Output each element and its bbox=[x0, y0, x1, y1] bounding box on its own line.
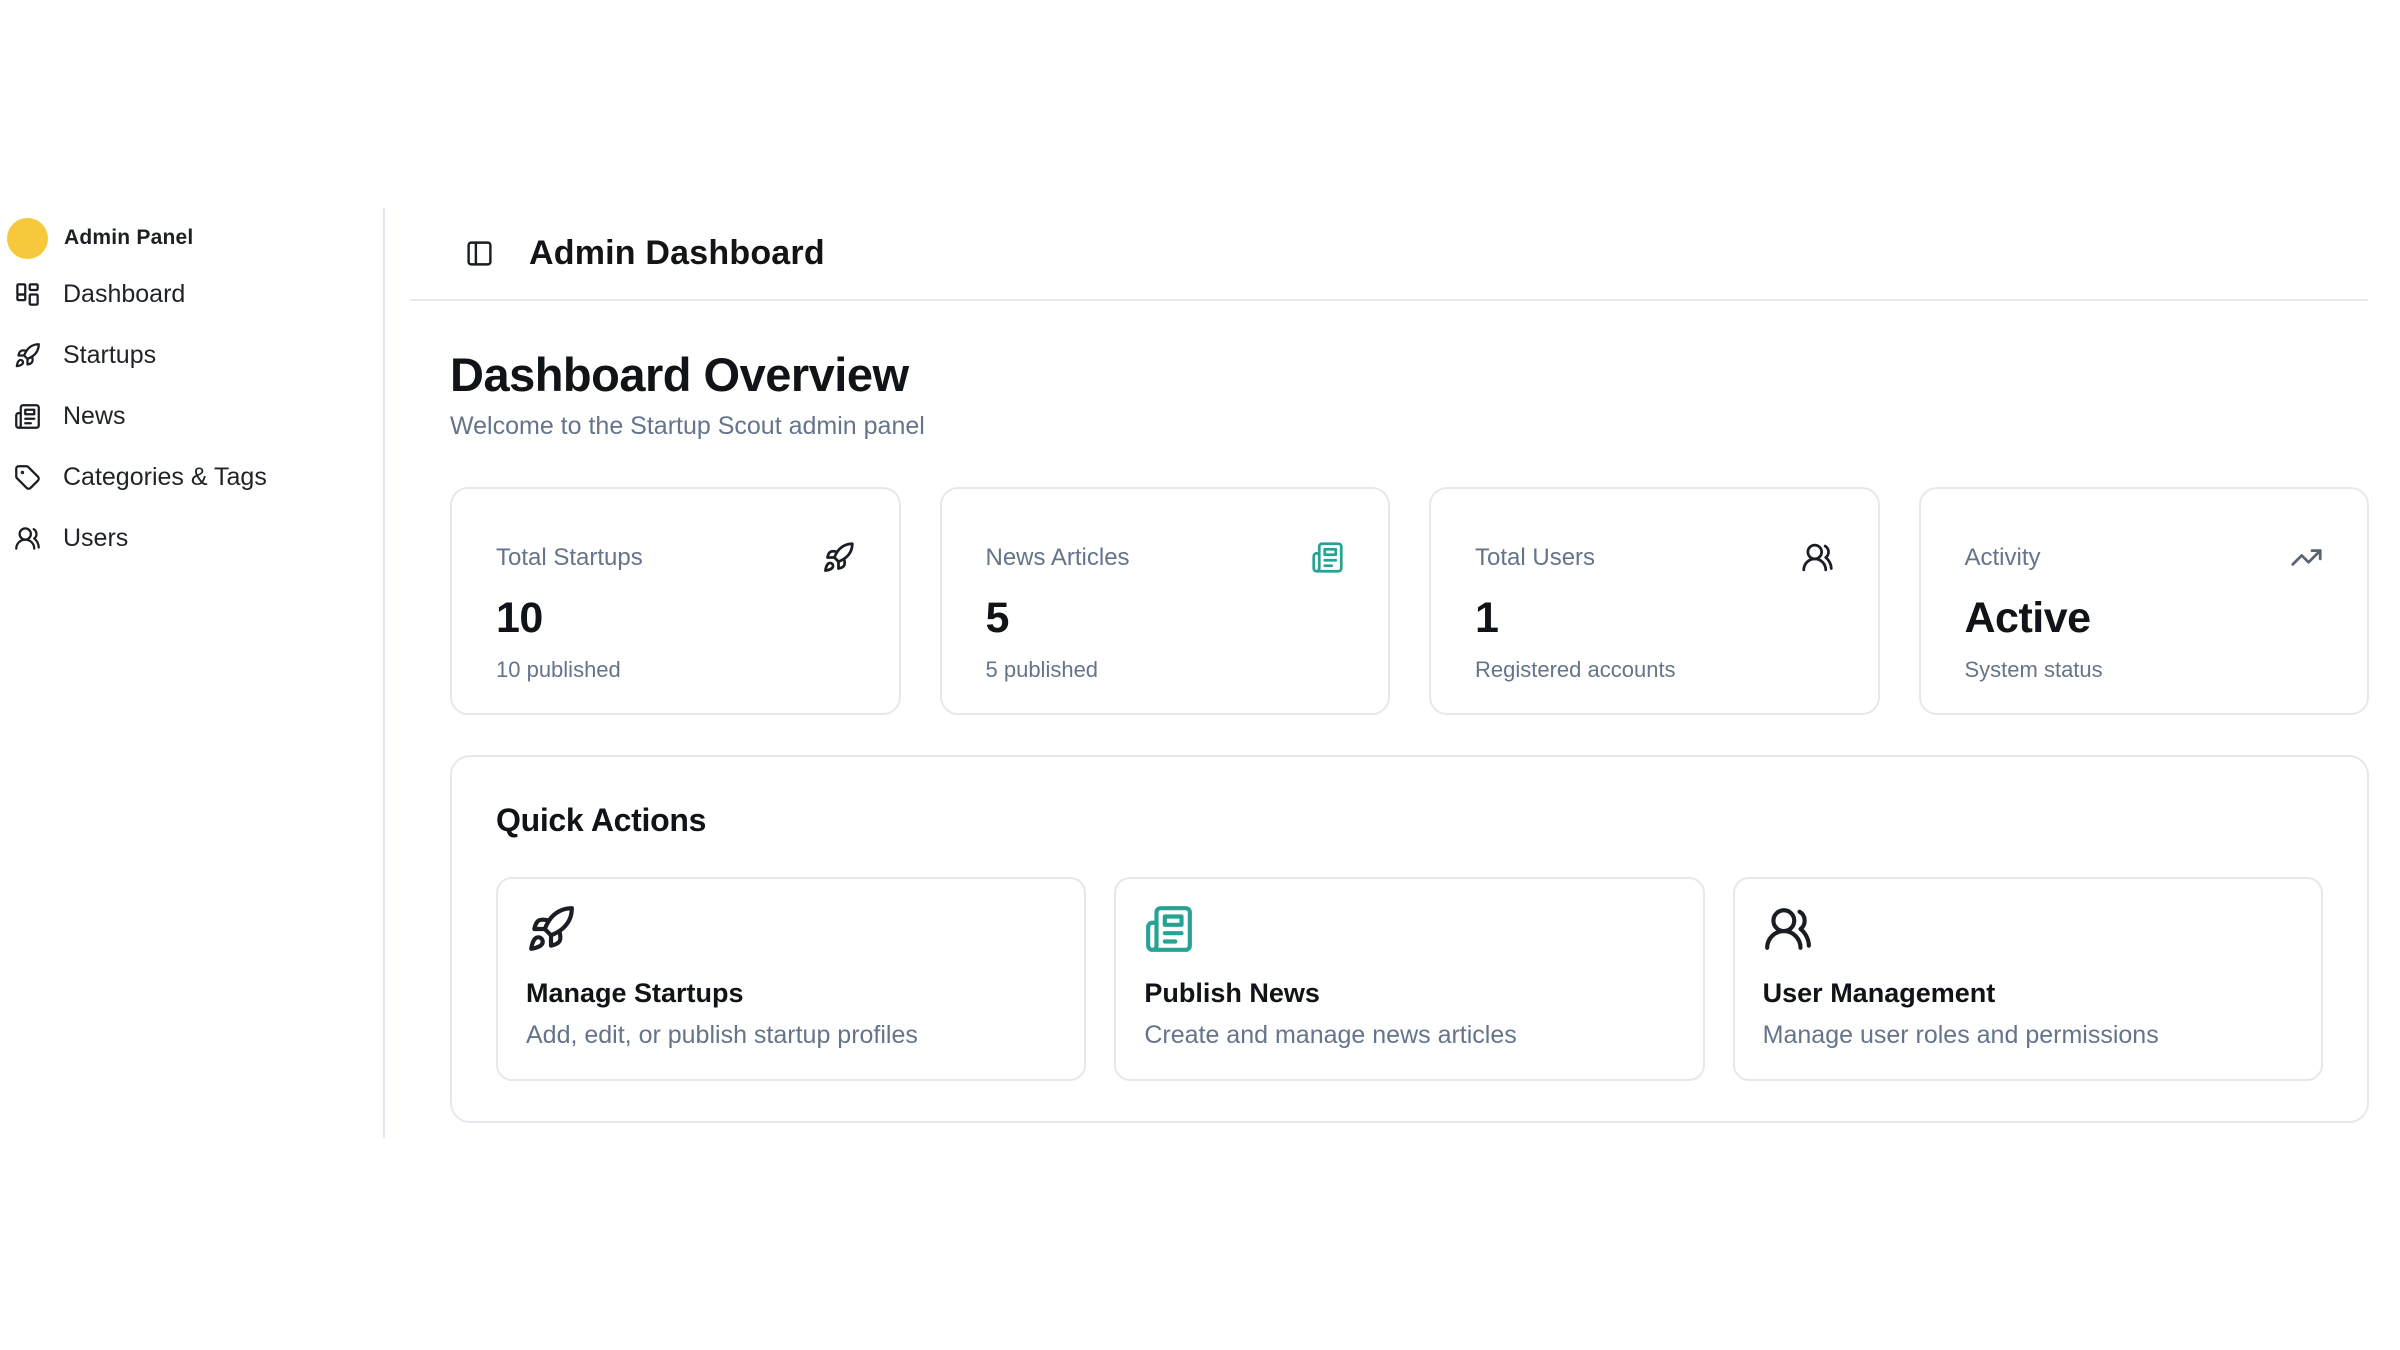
stat-card-activity: Activity Active System status bbox=[1919, 487, 2370, 715]
sidebar-nav: Dashboard Startups News Categories & Tag… bbox=[0, 264, 365, 569]
overview-subtitle: Welcome to the Startup Scout admin panel bbox=[450, 412, 2369, 441]
rocket-icon bbox=[14, 342, 41, 369]
stat-card-total-startups: Total Startups 10 10 published bbox=[450, 487, 901, 715]
overview-title: Dashboard Overview bbox=[450, 348, 2369, 402]
brand-logo-circle bbox=[7, 218, 48, 259]
newspaper-icon bbox=[1144, 904, 1674, 954]
quick-actions-title: Quick Actions bbox=[496, 801, 2323, 839]
stat-label: Activity bbox=[1965, 544, 2041, 572]
quick-action-title: Publish News bbox=[1144, 978, 1674, 1009]
sidebar-item-label: Users bbox=[63, 524, 128, 553]
stat-value: 10 bbox=[496, 594, 855, 643]
stat-card-total-users: Total Users 1 Registered accounts bbox=[1429, 487, 1880, 715]
layout-dashboard-icon bbox=[14, 281, 41, 308]
quick-action-manage-startups[interactable]: Manage Startups Add, edit, or publish st… bbox=[496, 877, 1086, 1081]
quick-action-description: Manage user roles and permissions bbox=[1763, 1021, 2293, 1050]
sidebar-item-users[interactable]: Users bbox=[0, 508, 365, 569]
tag-icon bbox=[14, 464, 41, 491]
quick-action-title: Manage Startups bbox=[526, 978, 1056, 1009]
users-icon bbox=[1763, 904, 2293, 954]
rocket-icon bbox=[822, 541, 855, 574]
sidebar-item-label: Categories & Tags bbox=[63, 463, 267, 492]
stat-label: News Articles bbox=[986, 544, 1130, 572]
panel-left-icon[interactable] bbox=[465, 239, 494, 268]
stat-subtext: 10 published bbox=[496, 657, 855, 683]
main-header: Admin Dashboard bbox=[410, 208, 2368, 301]
sidebar-item-dashboard[interactable]: Dashboard bbox=[0, 264, 365, 325]
sidebar: Admin Panel Dashboard Startups News bbox=[0, 208, 385, 1138]
sidebar-item-label: Dashboard bbox=[63, 280, 185, 309]
quick-action-description: Create and manage news articles bbox=[1144, 1021, 1674, 1050]
quick-action-description: Add, edit, or publish startup profiles bbox=[526, 1021, 1056, 1050]
newspaper-icon bbox=[14, 403, 41, 430]
quick-actions-grid: Manage Startups Add, edit, or publish st… bbox=[496, 877, 2323, 1081]
stat-label: Total Users bbox=[1475, 544, 1595, 572]
admin-app: Admin Panel Dashboard Startups News bbox=[0, 208, 2400, 1138]
sidebar-item-categories-tags[interactable]: Categories & Tags bbox=[0, 447, 365, 508]
page-title: Admin Dashboard bbox=[529, 234, 825, 273]
stat-value: Active bbox=[1965, 594, 2324, 643]
dashboard-content: Dashboard Overview Welcome to the Startu… bbox=[385, 301, 2400, 1123]
sidebar-item-news[interactable]: News bbox=[0, 386, 365, 447]
stat-subtext: System status bbox=[1965, 657, 2324, 683]
trending-up-icon bbox=[2290, 541, 2323, 574]
sidebar-item-label: News bbox=[63, 402, 126, 431]
sidebar-brand: Admin Panel bbox=[0, 214, 365, 262]
newspaper-icon bbox=[1311, 541, 1344, 574]
users-icon bbox=[14, 525, 41, 552]
stat-subtext: Registered accounts bbox=[1475, 657, 1834, 683]
quick-action-publish-news[interactable]: Publish News Create and manage news arti… bbox=[1114, 877, 1704, 1081]
main-area: Admin Dashboard Dashboard Overview Welco… bbox=[385, 208, 2400, 1138]
sidebar-item-label: Startups bbox=[63, 341, 156, 370]
stat-value: 5 bbox=[986, 594, 1345, 643]
stats-row: Total Startups 10 10 published News Arti… bbox=[450, 487, 2369, 715]
stat-subtext: 5 published bbox=[986, 657, 1345, 683]
brand-name: Admin Panel bbox=[64, 226, 193, 250]
rocket-icon bbox=[526, 904, 1056, 954]
quick-action-title: User Management bbox=[1763, 978, 2293, 1009]
sidebar-item-startups[interactable]: Startups bbox=[0, 325, 365, 386]
quick-actions-panel: Quick Actions Manage Startups Add, edit,… bbox=[450, 755, 2369, 1123]
stat-card-news-articles: News Articles 5 5 published bbox=[940, 487, 1391, 715]
stat-value: 1 bbox=[1475, 594, 1834, 643]
stat-label: Total Startups bbox=[496, 544, 643, 572]
users-icon bbox=[1801, 541, 1834, 574]
quick-action-user-management[interactable]: User Management Manage user roles and pe… bbox=[1733, 877, 2323, 1081]
